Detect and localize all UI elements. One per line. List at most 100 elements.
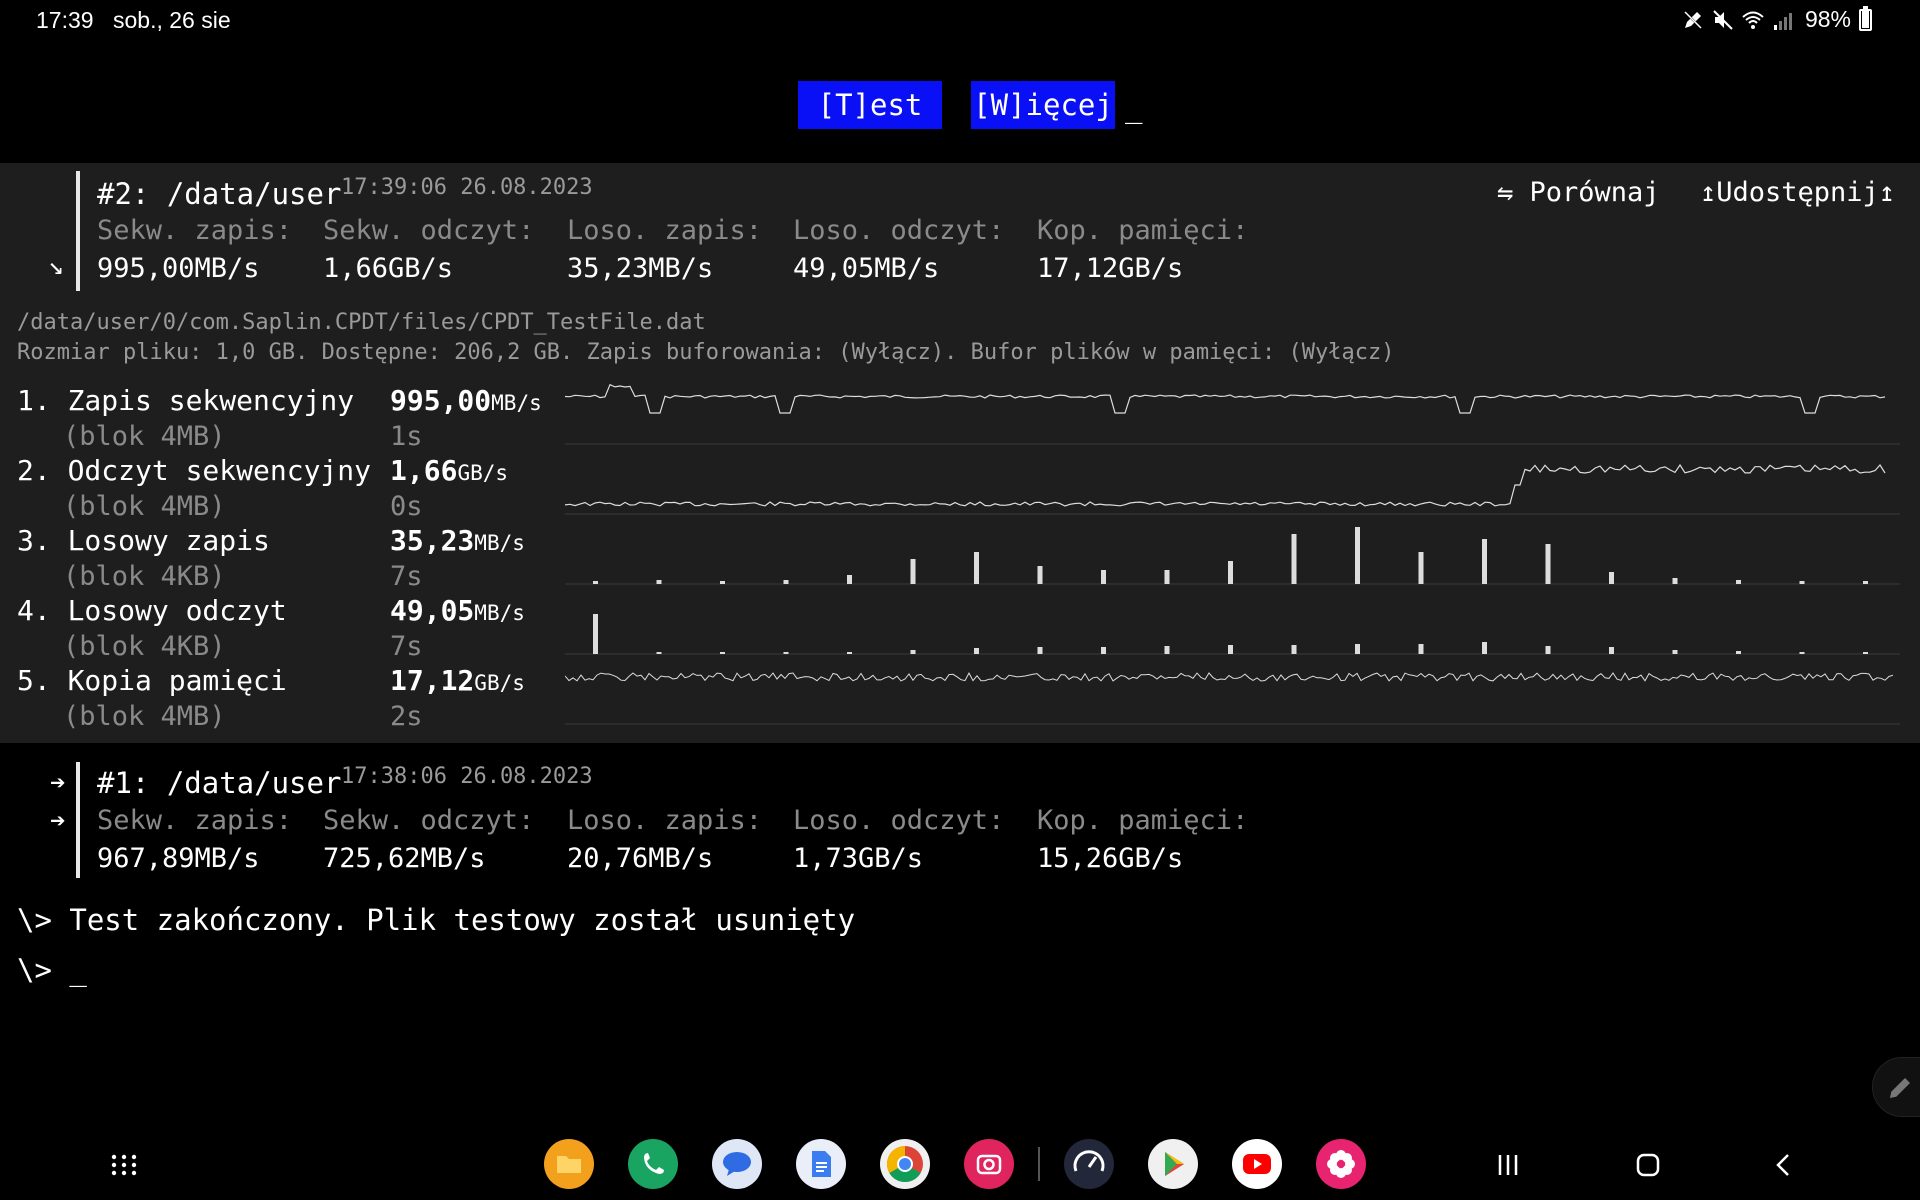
seq-read-trace — [565, 463, 1886, 507]
result-title: #2: /data/user — [97, 177, 342, 211]
test-block-size: (blok 4MB) — [63, 701, 226, 732]
metric-value: 967,89MB/s — [97, 843, 260, 874]
test-duration: 1s — [390, 421, 423, 452]
random-read-bar — [1799, 652, 1805, 654]
test-speed-value: 49,05 — [390, 594, 475, 627]
test-name: 3. Losowy zapis — [17, 524, 270, 557]
random-read-bar — [1037, 647, 1043, 654]
test-duration: 0s — [390, 491, 423, 522]
random-write-bar — [1164, 570, 1170, 584]
metric-value: 1,66GB/s — [323, 253, 454, 284]
input-cursor: _ — [1125, 90, 1143, 124]
test-speed-unit: MB/s — [474, 531, 525, 555]
home-button[interactable] — [1630, 1147, 1666, 1183]
random-write-bar — [1545, 544, 1551, 584]
random-write-bar — [1101, 570, 1106, 584]
memcopy-trace — [565, 672, 1894, 682]
battery-percent: 98% — [1804, 6, 1851, 32]
random-read-bar — [847, 652, 852, 654]
test-speed-value: 35,23 — [390, 524, 475, 557]
speedometer-app-icon[interactable] — [1064, 1139, 1114, 1189]
status-bar: 17:39 sob., 26 sie 98% — [0, 0, 1920, 40]
result-timestamp: 17:39:06 26.08.2023 — [341, 175, 593, 200]
metric-label: Loso. odczyt: — [793, 215, 1005, 246]
share-button[interactable]: ↥Udostępnij↥ — [1700, 177, 1895, 208]
test-speed: 1,66GB/s — [390, 454, 508, 487]
metric-value: 725,62MB/s — [323, 843, 486, 874]
metric-value: 17,12GB/s — [1037, 253, 1184, 284]
files-app-icon[interactable] — [544, 1139, 594, 1189]
recent-apps-button[interactable] — [1490, 1147, 1526, 1183]
status-time: 17:39 — [36, 7, 94, 33]
battery-icon — [1859, 5, 1872, 31]
metric-label: Loso. odczyt: — [793, 805, 1005, 836]
chrome-app-icon[interactable] — [880, 1139, 930, 1189]
metric-label: Sekw. zapis: — [97, 215, 293, 246]
test-block-size: (blok 4MB) — [63, 491, 226, 522]
random-write-bar — [1228, 561, 1233, 584]
expand-arrow-icon[interactable]: ➔ — [50, 768, 66, 798]
metric-value: 15,26GB/s — [1037, 843, 1184, 874]
random-read-bar — [974, 648, 979, 654]
back-icon — [1776, 1154, 1789, 1176]
metric-label: Sekw. zapis: — [97, 805, 293, 836]
test-speed: 49,05MB/s — [390, 594, 525, 627]
test-name: 4. Losowy odczyt — [17, 594, 287, 627]
metric-label: Loso. zapis: — [567, 215, 763, 246]
terminal-prompt[interactable]: \> _ — [17, 953, 87, 987]
random-write-bar — [783, 580, 789, 584]
random-read-bar — [783, 652, 789, 654]
random-write-bar — [1418, 552, 1424, 584]
random-write-bar — [910, 559, 916, 584]
random-read-bar — [1609, 647, 1614, 654]
previous-result-indicator-bar — [76, 762, 80, 878]
metric-label: Kop. pamięci: — [1037, 805, 1249, 836]
metric-value: 995,00MB/s — [97, 253, 260, 284]
test-duration: 2s — [390, 701, 423, 732]
compare-arrow-icon[interactable]: ➔ — [50, 806, 66, 836]
random-write-bar — [1482, 539, 1487, 584]
back-button[interactable] — [1766, 1147, 1802, 1183]
wifi-icon — [1741, 8, 1765, 32]
flower-app-icon[interactable] — [1316, 1139, 1366, 1189]
terminal-status-line: \> Test zakończony. Plik testowy został … — [17, 903, 856, 937]
random-read-bar — [1863, 652, 1868, 654]
youtube-app-icon[interactable] — [1232, 1139, 1282, 1189]
edit-fab-button[interactable] — [1872, 1057, 1920, 1117]
play-store-app-icon[interactable] — [1148, 1139, 1198, 1189]
messages-app-icon[interactable] — [712, 1139, 762, 1189]
phone-app-icon[interactable] — [628, 1139, 678, 1189]
random-write-bar — [1672, 578, 1678, 584]
signal-icon — [1771, 8, 1795, 32]
app-drawer-button[interactable] — [106, 1147, 142, 1183]
dock-divider — [1038, 1147, 1040, 1181]
random-write-bar — [593, 581, 598, 584]
more-button[interactable]: [W]ięcej — [971, 81, 1115, 129]
test-file-path: /data/user/0/com.Saplin.CPDT/files/CPDT_… — [17, 310, 706, 335]
metric-label: Sekw. odczyt: — [323, 805, 535, 836]
test-name: 2. Odczyt sekwencyjny — [17, 454, 372, 487]
random-read-bar — [656, 652, 662, 654]
test-speed-unit: GB/s — [457, 461, 509, 485]
random-read-bar — [1482, 642, 1487, 654]
random-write-bar — [847, 575, 852, 584]
compare-button[interactable]: ⇋ Porównaj — [1497, 177, 1660, 208]
test-block-size: (blok 4KB) — [63, 631, 226, 662]
docs-app-icon[interactable] — [796, 1139, 846, 1189]
collapse-arrow-icon[interactable]: ↘ — [48, 251, 64, 281]
battery-level — [1862, 9, 1869, 28]
seq-write-trace — [565, 383, 1886, 414]
random-read-bar — [1164, 646, 1170, 654]
test-speed: 17,12GB/s — [390, 664, 525, 697]
test-speed-unit: GB/s — [474, 671, 525, 695]
test-block-size: (blok 4KB) — [63, 561, 226, 592]
camera-app-icon[interactable] — [964, 1139, 1014, 1189]
test-duration: 7s — [390, 561, 423, 592]
test-button[interactable]: [T]est — [798, 81, 942, 129]
test-name: 5. Kopia pamięci — [17, 664, 287, 697]
previous-result-timestamp: 17:38:06 26.08.2023 — [341, 764, 593, 789]
test-file-info: Rozmiar pliku: 1,0 GB. Dostępne: 206,2 G… — [17, 340, 1395, 365]
status-date: sob., 26 sie — [113, 7, 231, 33]
status-icons: 98% — [1681, 5, 1872, 33]
grid-icon — [111, 1154, 137, 1176]
